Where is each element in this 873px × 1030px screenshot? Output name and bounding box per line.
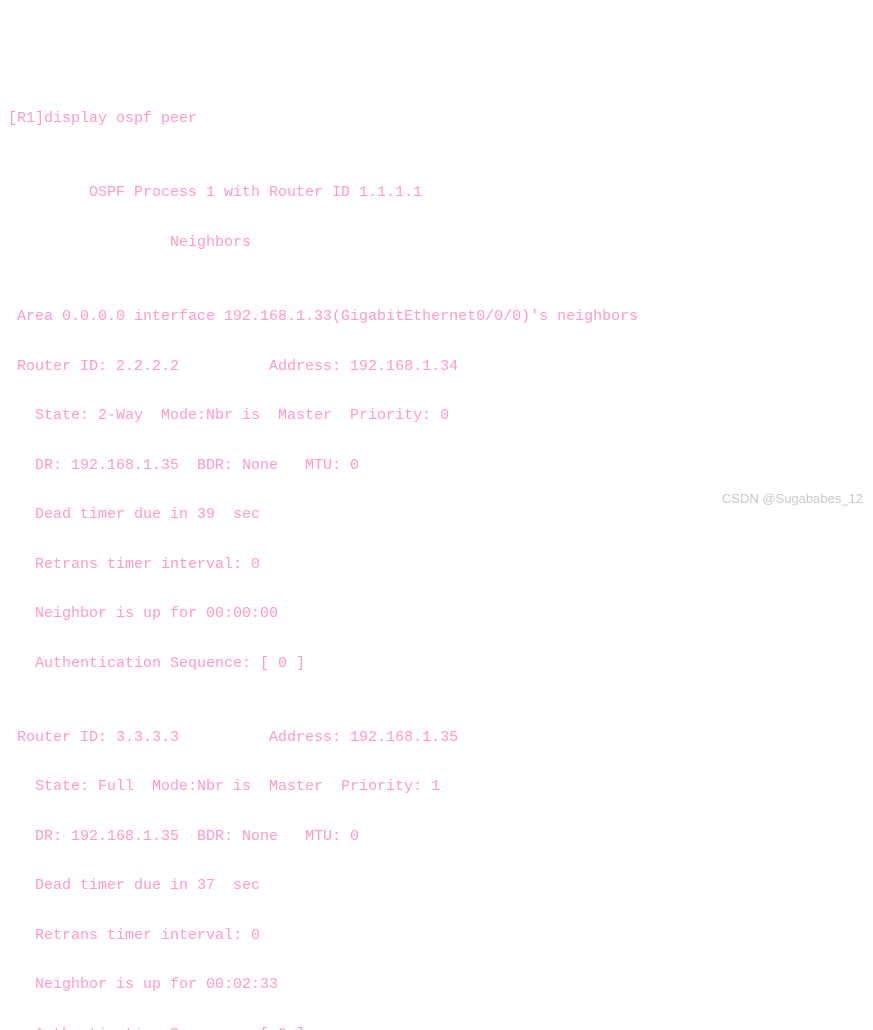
neighbor1-dr: DR: 192.168.1.35 BDR: None MTU: 0 — [8, 454, 865, 479]
neighbor2-state: State: Full Mode:Nbr is Master Priority:… — [8, 775, 865, 800]
neighbor1-uptime: Neighbor is up for 00:00:00 — [8, 602, 865, 627]
area-interface-line: Area 0.0.0.0 interface 192.168.1.33(Giga… — [8, 305, 865, 330]
neighbors-header: Neighbors — [8, 231, 865, 256]
neighbor1-router-id: Router ID: 2.2.2.2 Address: 192.168.1.34 — [8, 355, 865, 380]
cli-command: [R1]display ospf peer — [8, 107, 865, 132]
neighbor1-retrans: Retrans timer interval: 0 — [8, 553, 865, 578]
ospf-process-header: OSPF Process 1 with Router ID 1.1.1.1 — [8, 181, 865, 206]
watermark: CSDN @Sugababes_12 — [722, 488, 863, 509]
neighbor1-state: State: 2-Way Mode:Nbr is Master Priority… — [8, 404, 865, 429]
neighbor2-router-id: Router ID: 3.3.3.3 Address: 192.168.1.35 — [8, 726, 865, 751]
neighbor2-uptime: Neighbor is up for 00:02:33 — [8, 973, 865, 998]
neighbor2-dr: DR: 192.168.1.35 BDR: None MTU: 0 — [8, 825, 865, 850]
neighbor2-retrans: Retrans timer interval: 0 — [8, 924, 865, 949]
neighbor2-auth: Authentication Sequence: [ 0 ] — [8, 1023, 865, 1030]
neighbor1-auth: Authentication Sequence: [ 0 ] — [8, 652, 865, 677]
neighbor2-dead-timer: Dead timer due in 37 sec — [8, 874, 865, 899]
